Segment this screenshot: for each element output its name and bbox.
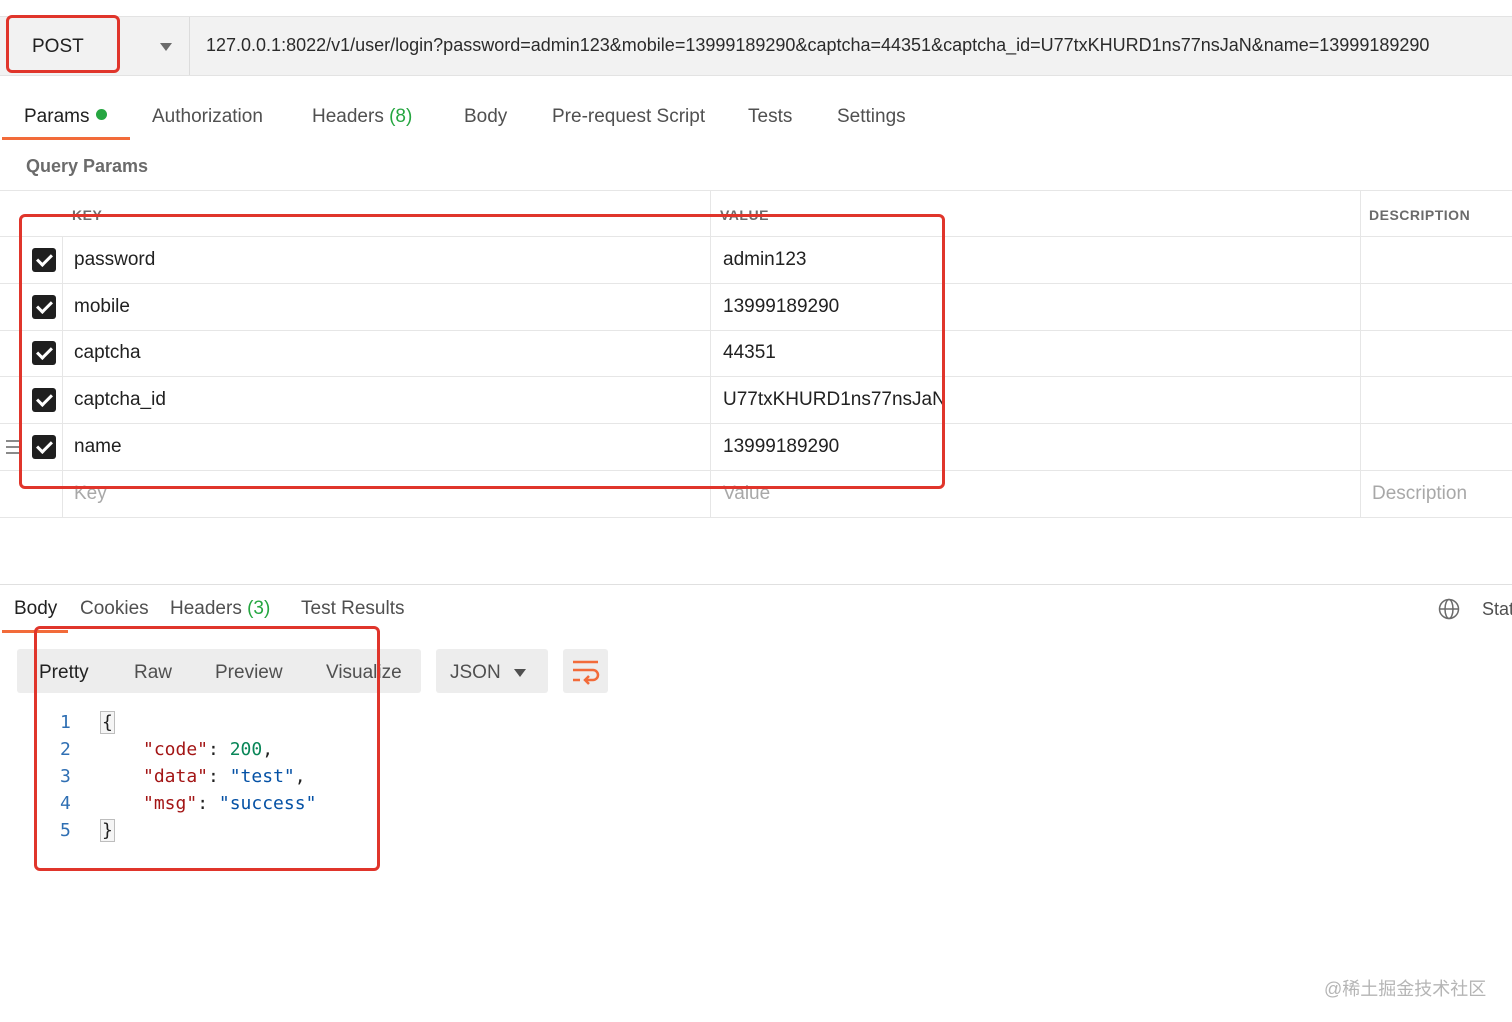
json-value: 200 <box>229 739 263 760</box>
json-key: "code" <box>143 739 209 760</box>
response-tab-headers[interactable]: Headers (3) <box>170 598 270 620</box>
param-key[interactable]: captcha <box>74 342 141 364</box>
request-tabs: Params Authorization Headers (8) Body Pr… <box>0 100 1512 140</box>
param-checkbox[interactable] <box>32 435 56 459</box>
method-label: POST <box>32 36 84 57</box>
chevron-down-icon <box>514 669 526 677</box>
param-key[interactable]: name <box>74 436 122 458</box>
section-title: Query Params <box>26 156 149 176</box>
response-tab-body[interactable]: Body <box>14 598 57 620</box>
tab-pre-request-script[interactable]: Pre-request Script <box>552 106 705 128</box>
tab-params[interactable]: Params <box>24 106 108 128</box>
param-checkbox[interactable] <box>32 248 56 272</box>
param-value[interactable]: 44351 <box>723 342 776 364</box>
wrap-lines-icon <box>573 660 600 685</box>
param-value[interactable]: U77txKHURD1ns77nsJaN <box>723 389 946 411</box>
response-tab-test-results[interactable]: Test Results <box>301 598 404 620</box>
table-row: password admin123 <box>0 237 1512 284</box>
json-value: "test" <box>229 766 295 787</box>
line-number: 2 <box>60 739 71 760</box>
json-key: "data" <box>143 766 209 787</box>
active-tab-indicator <box>2 137 130 140</box>
tab-count: (3) <box>247 598 271 619</box>
param-value[interactable]: admin123 <box>723 249 806 271</box>
code-line: "code": 200, <box>143 739 274 760</box>
drag-handle-icon[interactable] <box>6 440 20 454</box>
response-tab-cookies[interactable]: Cookies <box>80 598 149 620</box>
tab-label: Pre-request Script <box>552 106 706 127</box>
view-raw-button[interactable]: Raw <box>134 662 172 684</box>
line-number: 3 <box>60 766 71 787</box>
json-separator: , <box>294 766 306 787</box>
close-brace: } <box>100 819 115 842</box>
tab-headers[interactable]: Headers (8) <box>312 106 412 128</box>
line-number: 4 <box>60 793 71 814</box>
response-status-label: Stat <box>1482 599 1512 619</box>
table-row: name 13999189290 <box>0 424 1512 471</box>
new-value-input[interactable]: Value <box>723 483 770 505</box>
view-mode-group: Pretty Raw Preview Visualize <box>17 649 421 693</box>
request-url-bar: POST 127.0.0.1:8022/v1/user/login?passwo… <box>0 16 1512 76</box>
format-label: JSON <box>450 662 501 683</box>
code-line: "msg": "success" <box>143 793 317 814</box>
table-header: KEY VALUE DESCRIPTION <box>0 190 1512 237</box>
line-number: 5 <box>60 820 71 841</box>
param-key[interactable]: password <box>74 249 155 271</box>
tab-label: Headers <box>170 598 242 619</box>
json-key: "msg" <box>143 793 198 814</box>
globe-icon[interactable] <box>1438 598 1460 620</box>
param-checkbox[interactable] <box>32 388 56 412</box>
table-row: captcha_id U77txKHURD1ns77nsJaN <box>0 377 1512 424</box>
tab-label: Authorization <box>152 106 263 127</box>
code-line: { <box>100 711 115 734</box>
method-select[interactable]: POST <box>14 17 190 75</box>
tab-label: Params <box>24 106 90 127</box>
param-key[interactable]: captcha_id <box>74 389 166 411</box>
tab-label: Tests <box>748 106 793 127</box>
code-line: } <box>100 819 115 842</box>
watermark-text: @稀土掘金技术社区 <box>1324 979 1487 999</box>
wrap-lines-button[interactable] <box>563 649 608 693</box>
param-value[interactable]: 13999189290 <box>723 296 839 318</box>
tab-count: (8) <box>389 106 413 127</box>
view-visualize-button[interactable]: Visualize <box>326 662 402 684</box>
chevron-down-icon <box>160 43 172 51</box>
tab-label: Headers <box>312 106 384 127</box>
format-select[interactable]: JSON <box>436 649 548 693</box>
json-value: "success" <box>218 793 317 814</box>
table-row: mobile 13999189290 <box>0 284 1512 331</box>
tab-label: Settings <box>837 106 906 127</box>
param-checkbox[interactable] <box>32 295 56 319</box>
new-key-input[interactable]: Key <box>74 483 107 505</box>
json-separator: , <box>262 739 274 760</box>
view-pretty-button[interactable]: Pretty <box>39 662 89 684</box>
new-description-input[interactable]: Description <box>1372 483 1467 505</box>
url-input[interactable]: 127.0.0.1:8022/v1/user/login?password=ad… <box>206 35 1429 56</box>
active-tab-indicator <box>2 630 68 633</box>
param-value[interactable]: 13999189290 <box>723 436 839 458</box>
line-number: 1 <box>60 712 71 733</box>
tab-body[interactable]: Body <box>464 106 507 128</box>
tab-settings[interactable]: Settings <box>837 106 906 128</box>
tab-authorization[interactable]: Authorization <box>152 106 263 128</box>
active-dot-icon <box>96 109 108 120</box>
table-row-new: Key Value Description <box>0 471 1512 518</box>
response-divider <box>0 584 1512 585</box>
column-header-value: VALUE <box>720 207 769 223</box>
column-header-key: KEY <box>72 207 103 223</box>
param-key[interactable]: mobile <box>74 296 130 318</box>
open-brace: { <box>100 711 115 734</box>
code-line: "data": "test", <box>143 766 306 787</box>
table-row: captcha 44351 <box>0 330 1512 377</box>
view-preview-button[interactable]: Preview <box>215 662 283 684</box>
tab-label: Body <box>464 106 508 127</box>
param-checkbox[interactable] <box>32 341 56 365</box>
tab-tests[interactable]: Tests <box>748 106 792 128</box>
column-header-description: DESCRIPTION <box>1369 207 1471 223</box>
